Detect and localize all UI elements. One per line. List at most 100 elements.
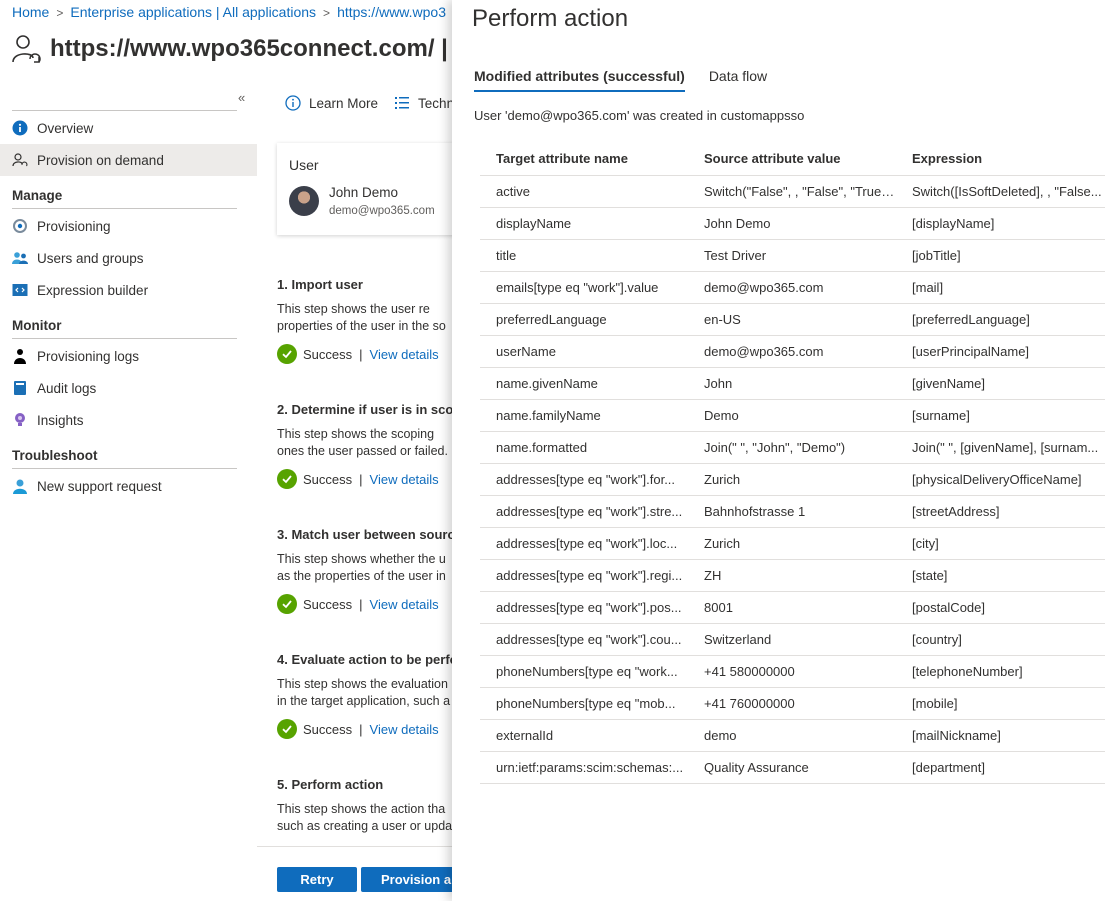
breadcrumb-app[interactable]: https://www.wpo3: [337, 4, 446, 20]
target-attribute-cell: title: [480, 239, 688, 272]
table-row: addresses[type eq "work"].cou... Switzerl…: [480, 623, 1105, 656]
retry-button[interactable]: Retry: [277, 867, 357, 892]
source-value-cell: demo: [688, 719, 896, 752]
user-card: User John Demo demo@wpo365.com: [277, 143, 477, 235]
source-value-cell: ZH: [688, 559, 896, 592]
step-status: Success | View details: [277, 469, 477, 489]
step-title: 2. Determine if user is in scope: [277, 402, 469, 417]
provision-another-button[interactable]: Provision an: [361, 867, 461, 892]
expression-cell: Join(" ", [givenName], [surnam...: [896, 431, 1105, 464]
tab-data-flow[interactable]: Data flow: [709, 68, 767, 92]
provision-icon: [12, 152, 28, 168]
target-attribute-cell: addresses[type eq "work"].stre...: [480, 495, 688, 528]
perform-action-blade: Perform action Modified attributes (succ…: [452, 0, 1105, 901]
tab-modified-attributes[interactable]: Modified attributes (successful): [474, 68, 685, 92]
step-description: This step shows the evaluation in the tar…: [277, 677, 451, 708]
step-status: Success | View details: [277, 344, 477, 364]
target-attribute-cell: addresses[type eq "work"].cou...: [480, 623, 688, 656]
target-attribute-cell: addresses[type eq "work"].for...: [480, 463, 688, 496]
result-message: User 'demo@wpo365.com' was created in cu…: [474, 108, 805, 123]
expression-cell: [preferredLanguage]: [896, 303, 1105, 336]
view-details-link[interactable]: View details: [370, 472, 439, 487]
user-name: John Demo: [329, 185, 399, 200]
sidebar-divider: [12, 338, 237, 339]
sidebar-item-label: Audit logs: [37, 380, 97, 396]
info-outline-icon: [285, 95, 301, 111]
breadcrumb-home[interactable]: Home: [12, 4, 49, 20]
table-body: active Switch("False", , "False", "True",…: [480, 175, 1105, 784]
table-row: name.givenName John [givenName]: [480, 367, 1105, 400]
collapse-sidebar-icon[interactable]: «: [238, 90, 245, 105]
sidebar: Overview Provision on demand Manage Prov…: [0, 112, 257, 502]
success-check-icon: [277, 344, 297, 364]
sidebar-item-provision-on-demand[interactable]: Provision on demand: [0, 144, 257, 176]
sidebar-item-new-support-request[interactable]: New support request: [0, 470, 257, 502]
view-details-link[interactable]: View details: [370, 597, 439, 612]
source-value-cell: Test Driver: [688, 239, 896, 272]
sidebar-item-provisioning-logs[interactable]: Provisioning logs: [0, 340, 257, 372]
step-match-user: 3. Match user between source This step s…: [277, 527, 477, 614]
target-attribute-cell: addresses[type eq "work"].loc...: [480, 527, 688, 560]
source-value-cell: en-US: [688, 303, 896, 336]
lightbulb-icon: [12, 412, 28, 428]
step-title: 4. Evaluate action to be perfor: [277, 652, 463, 667]
support-icon: [12, 478, 28, 494]
breadcrumb-enterprise-apps[interactable]: Enterprise applications | All applicatio…: [70, 4, 316, 20]
technical-info-button[interactable]: Techni: [394, 95, 457, 111]
expression-cell: [displayName]: [896, 207, 1105, 240]
info-icon: [12, 120, 28, 136]
users-icon: [12, 250, 28, 266]
source-value-cell: Zurich: [688, 463, 896, 496]
success-check-icon: [277, 594, 297, 614]
expression-cell: [telephoneNumber]: [896, 655, 1105, 688]
blade-title: Perform action: [472, 5, 629, 32]
chevron-right-icon: >: [323, 6, 331, 20]
view-details-link[interactable]: View details: [370, 347, 439, 362]
target-attribute-cell: name.givenName: [480, 367, 688, 400]
page-title: https://www.wpo365connect.com/ | T: [50, 35, 470, 62]
source-value-cell: Zurich: [688, 527, 896, 560]
sidebar-item-label: Provisioning: [37, 218, 111, 234]
footer-divider: [257, 846, 457, 847]
target-attribute-cell: displayName: [480, 207, 688, 240]
user-card-title: User: [289, 157, 319, 173]
table-row: addresses[type eq "work"].pos... 8001 [pos…: [480, 591, 1105, 624]
table-row: active Switch("False", , "False", "True",…: [480, 175, 1105, 208]
view-details-link[interactable]: View details: [370, 722, 439, 737]
source-value-cell: Join(" ", "John", "Demo"): [688, 431, 896, 464]
sidebar-item-overview[interactable]: Overview: [0, 112, 257, 144]
source-value-cell: Switzerland: [688, 623, 896, 656]
table-row: name.formatted Join(" ", "John", "Demo") J…: [480, 431, 1105, 464]
target-attribute-cell: userName: [480, 335, 688, 368]
success-check-icon: [277, 719, 297, 739]
source-value-cell: 8001: [688, 591, 896, 624]
column-header-expression: Expression: [896, 143, 1105, 176]
expression-cell: [streetAddress]: [896, 495, 1105, 528]
expression-cell: [postalCode]: [896, 591, 1105, 624]
book-icon: [12, 380, 28, 396]
step-description: This step shows the action tha such as cr…: [277, 802, 453, 833]
sidebar-item-audit-logs[interactable]: Audit logs: [0, 372, 257, 404]
sidebar-item-users-and-groups[interactable]: Users and groups: [0, 242, 257, 274]
sidebar-item-provisioning[interactable]: Provisioning: [0, 210, 257, 242]
breadcrumb: Home > Enterprise applications | All appli…: [12, 4, 446, 20]
learn-more-button[interactable]: Learn More: [285, 95, 378, 111]
status-text: Success: [303, 471, 353, 487]
sidebar-item-label: Provisioning logs: [37, 348, 140, 364]
target-attribute-cell: externalId: [480, 719, 688, 752]
sidebar-divider: [12, 208, 237, 209]
expression-cell: [jobTitle]: [896, 239, 1105, 272]
target-attribute-cell: preferredLanguage: [480, 303, 688, 336]
table-row: addresses[type eq "work"].regi... ZH [stat…: [480, 559, 1105, 592]
sidebar-item-expression-builder[interactable]: Expression builder: [0, 274, 257, 306]
sidebar-item-label: New support request: [37, 478, 162, 494]
expression-cell: [surname]: [896, 399, 1105, 432]
table-row: urn:ietf:params:scim:schemas:... Quality …: [480, 751, 1105, 784]
sidebar-section-manage: Manage: [12, 188, 63, 203]
step-description: This step shows the user re properties of…: [277, 302, 446, 333]
target-attribute-cell: urn:ietf:params:scim:schemas:...: [480, 751, 688, 784]
expression-cell: [givenName]: [896, 367, 1105, 400]
sidebar-item-insights[interactable]: Insights: [0, 404, 257, 436]
target-attribute-cell: phoneNumbers[type eq "work...: [480, 655, 688, 688]
step-perform-action: 5. Perform action This step shows the ac…: [277, 777, 477, 835]
